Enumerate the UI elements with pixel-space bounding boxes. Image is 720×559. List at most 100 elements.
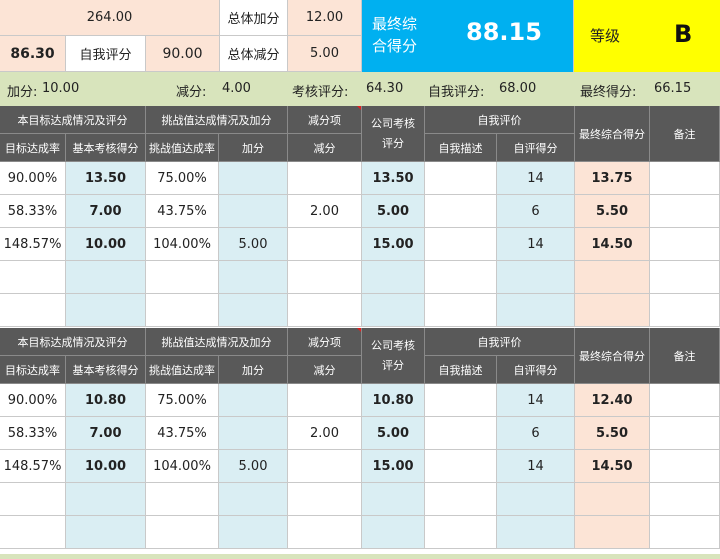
total-sub-label-cell[interactable]: 总体减分 — [220, 36, 288, 72]
cell-crate[interactable] — [146, 261, 219, 294]
comment-marker-icon[interactable] — [357, 106, 361, 110]
cell-basic[interactable]: 10.00 — [66, 228, 146, 261]
cell-desc[interactable] — [425, 450, 497, 483]
total-add-value-cell[interactable]: 12.00 — [288, 0, 362, 36]
cell-desc[interactable] — [425, 384, 497, 417]
cell-company[interactable] — [362, 516, 425, 549]
cell-rate[interactable]: 148.57% — [0, 450, 66, 483]
cell-rate[interactable] — [0, 483, 66, 516]
cell-add[interactable] — [219, 384, 288, 417]
cell-company[interactable] — [362, 261, 425, 294]
cell-remark[interactable] — [650, 483, 720, 516]
cell-add[interactable] — [219, 483, 288, 516]
cell-self[interactable]: 6 — [497, 195, 575, 228]
cell-add[interactable] — [219, 195, 288, 228]
cell-rate[interactable]: 90.00% — [0, 384, 66, 417]
cell-final[interactable]: 12.40 — [575, 384, 650, 417]
cell-company[interactable]: 5.00 — [362, 417, 425, 450]
cell-desc[interactable] — [425, 417, 497, 450]
cell-crate[interactable]: 43.75% — [146, 195, 219, 228]
cell-remark[interactable] — [650, 195, 720, 228]
cell-rate[interactable] — [0, 294, 66, 327]
self-eval-value-cell[interactable]: 90.00 — [146, 36, 220, 72]
cell-add[interactable]: 5.00 — [219, 228, 288, 261]
cell-desc[interactable] — [425, 228, 497, 261]
cell-self[interactable] — [497, 261, 575, 294]
cell-add[interactable]: 5.00 — [219, 450, 288, 483]
cell-add[interactable] — [219, 261, 288, 294]
cell-add[interactable] — [219, 417, 288, 450]
cell-basic[interactable] — [66, 294, 146, 327]
cell-desc[interactable] — [425, 294, 497, 327]
cell-sub[interactable] — [288, 483, 362, 516]
grade-block[interactable]: 等级 B — [574, 0, 720, 72]
cell-remark[interactable] — [650, 294, 720, 327]
cell-company[interactable]: 10.80 — [362, 384, 425, 417]
total-sub-value-cell[interactable]: 5.00 — [288, 36, 362, 72]
cell-add[interactable] — [219, 162, 288, 195]
cell-final[interactable] — [575, 483, 650, 516]
cell-crate[interactable]: 104.00% — [146, 450, 219, 483]
score-left-cell[interactable]: 86.30 — [0, 36, 66, 72]
cell-self[interactable]: 14 — [497, 450, 575, 483]
cell-basic[interactable]: 10.80 — [66, 384, 146, 417]
cell-company[interactable]: 15.00 — [362, 450, 425, 483]
cell-remark[interactable] — [650, 384, 720, 417]
cell-desc[interactable] — [425, 483, 497, 516]
cell-desc[interactable] — [425, 162, 497, 195]
cell-rate[interactable]: 90.00% — [0, 162, 66, 195]
cell-sub[interactable] — [288, 516, 362, 549]
cell-crate[interactable]: 43.75% — [146, 417, 219, 450]
cell-final[interactable]: 5.50 — [575, 417, 650, 450]
cell-company[interactable]: 15.00 — [362, 228, 425, 261]
cell-crate[interactable]: 104.00% — [146, 228, 219, 261]
cell-crate[interactable] — [146, 516, 219, 549]
cell-rate[interactable]: 58.33% — [0, 195, 66, 228]
cell-self[interactable]: 6 — [497, 417, 575, 450]
cell-basic[interactable]: 13.50 — [66, 162, 146, 195]
cell-self[interactable]: 14 — [497, 162, 575, 195]
cell-desc[interactable] — [425, 261, 497, 294]
cell-self[interactable] — [497, 516, 575, 549]
cell-company[interactable] — [362, 483, 425, 516]
cell-final[interactable] — [575, 516, 650, 549]
cell-basic[interactable]: 10.00 — [66, 450, 146, 483]
cell-crate[interactable] — [146, 483, 219, 516]
cell-sub[interactable] — [288, 384, 362, 417]
cell-basic[interactable] — [66, 261, 146, 294]
cell-add[interactable] — [219, 294, 288, 327]
cell-sub[interactable] — [288, 261, 362, 294]
cell-company[interactable] — [362, 294, 425, 327]
cell-self[interactable]: 14 — [497, 228, 575, 261]
cell-final[interactable] — [575, 294, 650, 327]
cell-company[interactable]: 13.50 — [362, 162, 425, 195]
cell-rate[interactable] — [0, 261, 66, 294]
cell-remark[interactable] — [650, 261, 720, 294]
cell-basic[interactable] — [66, 483, 146, 516]
total-add-label-cell[interactable]: 总体加分 — [220, 0, 288, 36]
cell-final[interactable]: 14.50 — [575, 450, 650, 483]
cell-rate[interactable]: 148.57% — [0, 228, 66, 261]
self-eval-label-cell[interactable]: 自我评分 — [66, 36, 146, 72]
cell-remark[interactable] — [650, 417, 720, 450]
cell-crate[interactable]: 75.00% — [146, 162, 219, 195]
cell-sub[interactable] — [288, 228, 362, 261]
cell-sub[interactable]: 2.00 — [288, 195, 362, 228]
comment-marker-icon[interactable] — [357, 328, 361, 332]
total-top-cell[interactable]: 264.00 — [0, 0, 220, 36]
cell-final[interactable]: 13.75 — [575, 162, 650, 195]
cell-desc[interactable] — [425, 195, 497, 228]
cell-basic[interactable]: 7.00 — [66, 417, 146, 450]
cell-remark[interactable] — [650, 450, 720, 483]
cell-final[interactable]: 14.50 — [575, 228, 650, 261]
cell-sub[interactable] — [288, 162, 362, 195]
cell-remark[interactable] — [650, 162, 720, 195]
cell-desc[interactable] — [425, 516, 497, 549]
cell-add[interactable] — [219, 516, 288, 549]
cell-basic[interactable] — [66, 516, 146, 549]
cell-crate[interactable]: 75.00% — [146, 384, 219, 417]
cell-basic[interactable]: 7.00 — [66, 195, 146, 228]
cell-sub[interactable] — [288, 450, 362, 483]
cell-remark[interactable] — [650, 228, 720, 261]
cell-remark[interactable] — [650, 516, 720, 549]
